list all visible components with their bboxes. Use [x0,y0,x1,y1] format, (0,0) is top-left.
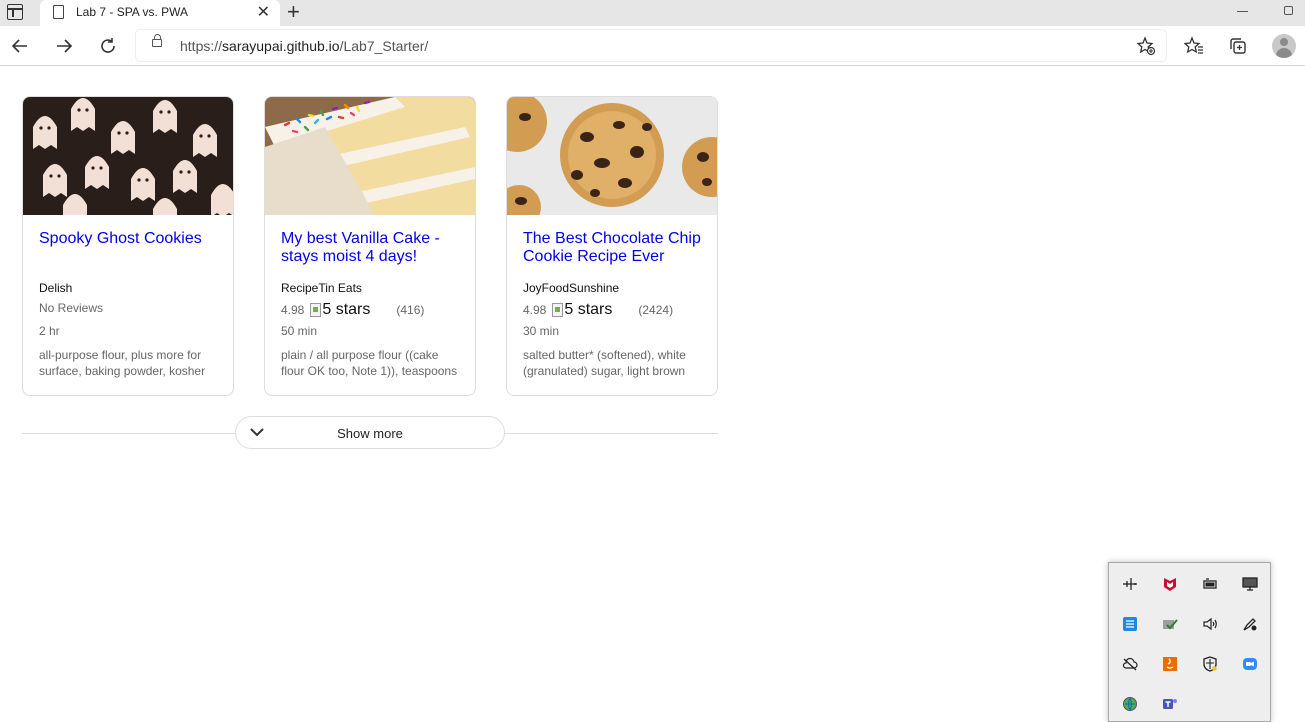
volume-icon[interactable] [1201,615,1219,633]
recipe-organization: RecipeTin Eats [281,281,362,295]
recipe-organization: JoyFoodSunshine [523,281,620,295]
close-tab-icon[interactable]: ✕ [257,2,270,22]
recipe-image [23,97,233,215]
recipe-time: 2 hr [39,324,60,338]
new-tab-icon[interactable]: + [287,0,300,25]
recipe-card[interactable]: The Best Chocolate Chip Cookie Recipe Ev… [506,96,718,396]
address-bar[interactable]: https://sarayupai.github.io/Lab7_Starter… [136,30,1166,61]
battery-icon[interactable] [1201,575,1219,593]
globe-icon[interactable] [1121,695,1139,713]
recipe-title-link[interactable]: My best Vanilla Cake - stays moist 4 day… [281,230,461,266]
tab-bar: Lab 7 - SPA vs. PWA ✕ + [0,0,1305,26]
collections-button[interactable] [1226,34,1250,58]
defender-icon[interactable] [1201,655,1219,673]
stars-image: 5 stars [552,301,612,319]
stars-image: 5 stars [310,301,370,319]
airplane-icon[interactable] [1121,575,1139,593]
recipe-ingredients: salted butter* (softened), white (granul… [523,348,686,378]
recipe-time: 30 min [523,324,560,338]
back-button[interactable] [8,34,32,58]
active-tab[interactable]: Lab 7 - SPA vs. PWA ✕ [40,0,280,26]
tab-title: Lab 7 - SPA vs. PWA [76,5,189,19]
recipe-organization: Delish [39,281,73,295]
favorites-icon [1184,36,1203,54]
forward-button[interactable] [52,34,76,58]
show-more-label: Show more [337,426,403,441]
collections-icon [1230,38,1246,54]
recipe-image [265,97,475,215]
pen-icon[interactable] [1241,615,1259,633]
navigation-bar: https://sarayupai.github.io/Lab7_Starter… [0,26,1305,66]
refresh-icon [101,38,115,53]
tab-actions-icon[interactable] [7,4,23,20]
profile-avatar[interactable] [1272,34,1296,58]
minimize-icon[interactable] [1237,11,1248,12]
back-arrow-icon [11,39,27,53]
restore-icon[interactable] [1284,6,1293,15]
recipe-card[interactable]: Spooky Ghost Cookies Delish No Reviews 2… [22,96,234,396]
cloud-off-icon[interactable] [1121,655,1139,673]
recipe-rating: 4.98 5 stars (2424) [523,301,674,319]
recipe-ingredients: plain / all purpose flour ((cake flour O… [281,348,458,378]
teams-icon[interactable] [1161,695,1179,713]
add-favorite-icon[interactable] [1136,36,1156,61]
mcafee-icon[interactable] [1161,575,1179,593]
check-icon[interactable] [1161,615,1179,633]
recipe-title-link[interactable]: Spooky Ghost Cookies [39,230,219,248]
recipe-ingredients: all-purpose flour, plus more for surface… [39,348,206,378]
recipe-rating: No Reviews [39,301,104,315]
monitor-icon[interactable] [1241,575,1259,593]
page-icon [53,5,64,19]
url-text[interactable]: https://sarayupai.github.io/Lab7_Starter… [180,38,428,54]
recipe-image [507,97,717,215]
recipe-time: 50 min [281,324,318,338]
java-icon[interactable] [1161,655,1179,673]
network-icon[interactable] [1121,615,1139,633]
recipe-card[interactable]: My best Vanilla Cake - stays moist 4 day… [264,96,476,396]
lock-icon[interactable] [152,34,162,47]
favorites-button[interactable] [1182,34,1206,58]
recipe-title-link[interactable]: The Best Chocolate Chip Cookie Recipe Ev… [523,230,703,266]
refresh-button[interactable] [96,34,120,58]
system-tray-overflow [1108,562,1271,722]
recipe-rating: 4.98 5 stars (416) [281,301,425,319]
show-more-button[interactable]: Show more [235,416,505,449]
zoom-icon[interactable] [1241,655,1259,673]
forward-arrow-icon [57,39,73,53]
